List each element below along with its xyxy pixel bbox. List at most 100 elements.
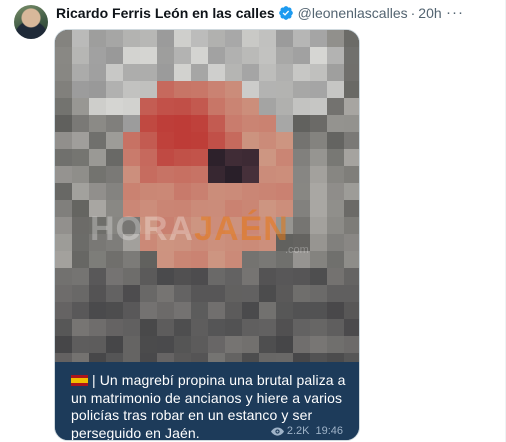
mosaic-cell xyxy=(106,319,123,336)
mosaic-cell xyxy=(242,98,259,115)
mosaic-cell xyxy=(225,132,242,149)
mosaic-cell xyxy=(140,353,157,362)
view-count: 2.2K xyxy=(286,425,310,437)
mosaic-cell xyxy=(89,47,106,64)
mosaic-cell xyxy=(140,183,157,200)
mosaic-cell xyxy=(259,353,276,362)
handle[interactable]: @leonenlascalles xyxy=(298,5,408,21)
mosaic-cell xyxy=(310,81,327,98)
mosaic-cell xyxy=(293,353,310,362)
mosaic-cell xyxy=(259,319,276,336)
mosaic-cell xyxy=(344,251,359,268)
tweet-time[interactable]: 20h xyxy=(418,5,441,21)
mosaic-cell xyxy=(89,149,106,166)
mosaic-cell xyxy=(344,234,359,251)
mosaic-cell xyxy=(242,64,259,81)
mosaic-cell xyxy=(191,47,208,64)
mosaic-cell xyxy=(310,30,327,47)
mosaic-cell xyxy=(293,200,310,217)
mosaic-cell xyxy=(55,217,72,234)
mosaic-cell xyxy=(242,183,259,200)
mosaic-cell xyxy=(225,115,242,132)
avatar[interactable] xyxy=(14,5,48,39)
display-name[interactable]: Ricardo Ferris León en las calles xyxy=(56,5,275,21)
mosaic-cell xyxy=(242,132,259,149)
mosaic-cell xyxy=(327,30,344,47)
mosaic-cell xyxy=(191,251,208,268)
mosaic-cell xyxy=(157,183,174,200)
mosaic-cell xyxy=(208,115,225,132)
mosaic-cell xyxy=(191,183,208,200)
mosaic-cell xyxy=(55,98,72,115)
mosaic-cell xyxy=(327,302,344,319)
mosaic-cell xyxy=(55,115,72,132)
mosaic-cell xyxy=(123,30,140,47)
mosaic-cell xyxy=(310,251,327,268)
mosaic-cell xyxy=(174,285,191,302)
mosaic-cell xyxy=(55,268,72,285)
mosaic-cell xyxy=(174,302,191,319)
mosaic-cell xyxy=(293,149,310,166)
mosaic-cell xyxy=(123,81,140,98)
mosaic-cell xyxy=(327,251,344,268)
mosaic-cell xyxy=(242,30,259,47)
eye-icon xyxy=(270,426,284,436)
mosaic-cell xyxy=(140,132,157,149)
mosaic-cell xyxy=(55,183,72,200)
mosaic-cell xyxy=(174,251,191,268)
mosaic-cell xyxy=(208,268,225,285)
mosaic-cell xyxy=(157,47,174,64)
mosaic-cell xyxy=(242,81,259,98)
mosaic-cell xyxy=(293,30,310,47)
mosaic-cell xyxy=(157,268,174,285)
mosaic-cell xyxy=(208,336,225,353)
mosaic-cell xyxy=(55,302,72,319)
spain-flag-icon xyxy=(71,375,88,386)
mosaic-cell xyxy=(310,64,327,81)
mosaic-cell xyxy=(259,149,276,166)
mosaic-cell xyxy=(89,183,106,200)
mosaic-cell xyxy=(276,285,293,302)
mosaic-cell xyxy=(157,81,174,98)
mosaic-cell xyxy=(242,47,259,64)
mosaic-cell xyxy=(89,268,106,285)
more-options-button[interactable]: ··· xyxy=(445,3,465,21)
mosaic-cell xyxy=(276,166,293,183)
mosaic-cell xyxy=(225,30,242,47)
mosaic-cell xyxy=(140,81,157,98)
watermark-domain: .com xyxy=(285,244,309,256)
mosaic-cell xyxy=(191,64,208,81)
mosaic-cell xyxy=(259,336,276,353)
mosaic-cell xyxy=(327,234,344,251)
mosaic-cell xyxy=(327,132,344,149)
mosaic-cell xyxy=(72,353,89,362)
mosaic-cell xyxy=(344,98,359,115)
mosaic-cell xyxy=(72,285,89,302)
mosaic-cell xyxy=(157,251,174,268)
mosaic-cell xyxy=(140,251,157,268)
mosaic-cell xyxy=(293,81,310,98)
mosaic-cell xyxy=(89,319,106,336)
mosaic-cell xyxy=(140,115,157,132)
mosaic-cell xyxy=(55,166,72,183)
watermark-accent: JAÉN xyxy=(194,210,289,248)
mosaic-cell xyxy=(242,251,259,268)
mosaic-cell xyxy=(106,166,123,183)
pixelated-photo[interactable]: HORAJAÉN .com xyxy=(55,30,359,362)
mosaic-cell xyxy=(242,336,259,353)
mosaic-cell xyxy=(208,132,225,149)
mosaic-cell xyxy=(293,47,310,64)
mosaic-cell xyxy=(344,217,359,234)
tweet[interactable]: Ricardo Ferris León en las calles @leone… xyxy=(0,0,506,442)
mosaic-cell xyxy=(225,353,242,362)
mosaic-cell xyxy=(293,268,310,285)
mosaic-cell xyxy=(191,98,208,115)
mosaic-cell xyxy=(140,149,157,166)
mosaic-cell xyxy=(72,149,89,166)
mosaic-cell xyxy=(208,98,225,115)
mosaic-cell xyxy=(327,149,344,166)
media-card[interactable]: HORAJAÉN .com | Un magrebí propina una b… xyxy=(54,29,360,441)
mosaic-cell xyxy=(225,251,242,268)
mosaic-cell xyxy=(191,285,208,302)
mosaic-cell xyxy=(293,166,310,183)
